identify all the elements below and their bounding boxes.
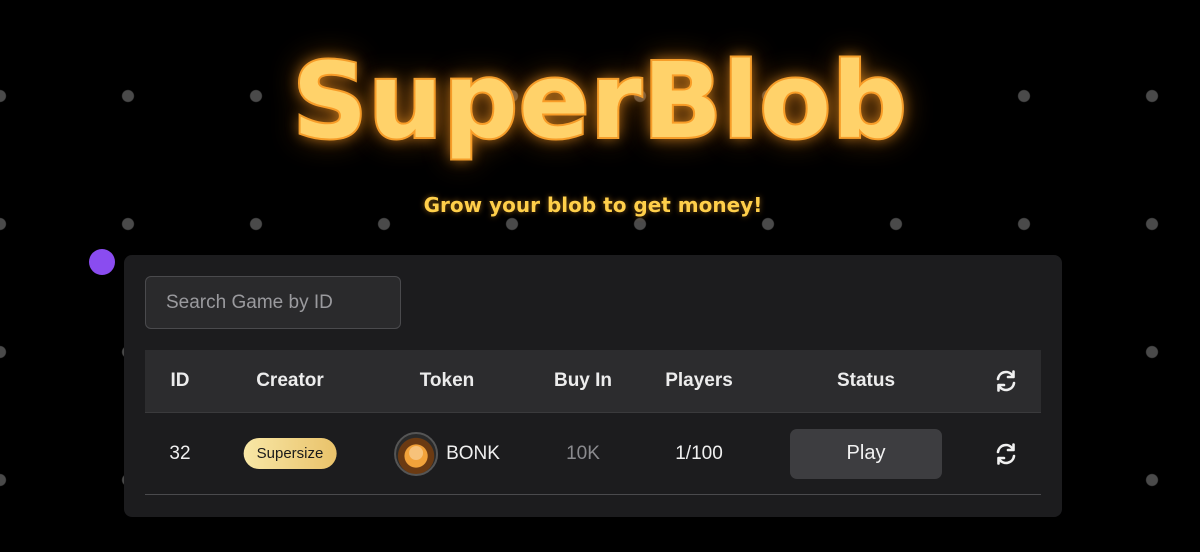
- refresh-icon: [996, 442, 1016, 465]
- games-panel: ID Creator Token Buy In Players Status 3…: [124, 255, 1062, 517]
- table-header: ID Creator Token Buy In Players Status: [145, 350, 1041, 412]
- creator-badge: Supersize: [243, 438, 337, 469]
- header-token: Token: [419, 370, 475, 391]
- app-subtitle: Grow your blob to get money!: [423, 193, 763, 217]
- players-count: 1/100: [675, 442, 723, 464]
- status-cell: Play: [790, 413, 942, 494]
- play-button[interactable]: Play: [790, 428, 942, 479]
- header-creator: Creator: [256, 370, 324, 391]
- table-row: 32 Supersize BONK 10K 1/100 Play: [145, 412, 1041, 495]
- search-game-input[interactable]: [145, 276, 401, 329]
- header-buy-in: Buy In: [553, 370, 613, 391]
- bonk-token-icon: [394, 431, 439, 476]
- refresh-row-button[interactable]: [994, 413, 1018, 494]
- app-title: SuperBlob: [290, 38, 908, 164]
- refresh-icon: [996, 370, 1016, 392]
- creator-cell: Supersize: [243, 413, 337, 494]
- refresh-all-button[interactable]: [994, 350, 1018, 412]
- game-lobby-background: SuperBlob Grow your blob to get money! I…: [0, 0, 1200, 552]
- header-status: Status: [836, 370, 896, 391]
- token-name: BONK: [446, 442, 500, 464]
- token-cell: BONK: [394, 413, 500, 494]
- game-id: 32: [169, 442, 191, 464]
- buy-in-value: 10K: [566, 442, 600, 464]
- header-players: Players: [665, 370, 733, 391]
- header-id: ID: [170, 370, 190, 391]
- player-blob: [89, 249, 115, 275]
